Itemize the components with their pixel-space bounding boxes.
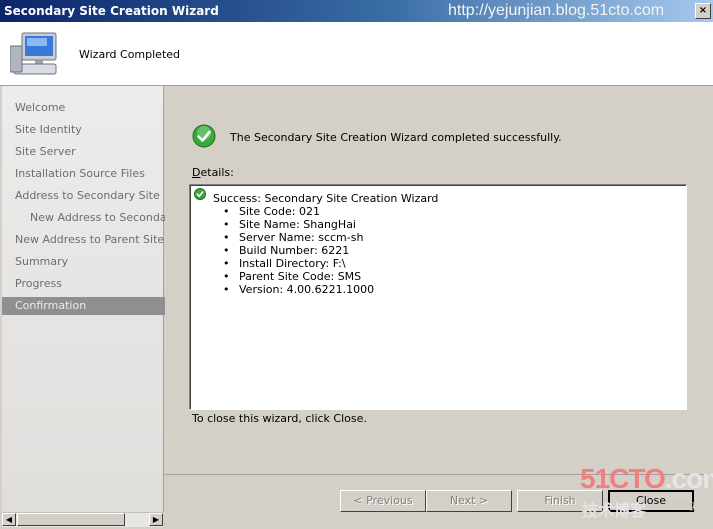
step-confirmation[interactable]: Confirmation <box>2 297 176 315</box>
success-small-check-icon <box>194 188 206 200</box>
details-list: Site Code: 021 Site Name: ShangHai Serve… <box>223 205 374 296</box>
success-check-icon <box>192 124 216 148</box>
close-hint: To close this wizard, click Close. <box>192 412 367 425</box>
details-textbox[interactable]: Success: Secondary Site Creation Wizard … <box>189 184 687 410</box>
step-address-to-secondary-site[interactable]: Address to Secondary Site <box>2 187 176 205</box>
detail-site-code: Site Code: 021 <box>223 205 374 218</box>
watermark-logo: 51CTO.com 技术博客 Blog <box>580 463 713 521</box>
logo-main-text: 51CTO <box>580 463 666 494</box>
watermark-url: http://yejunjian.blog.51cto.com <box>448 2 665 19</box>
step-new-address-to-parent-site[interactable]: New Address to Parent Site <box>2 231 176 249</box>
computer-icon <box>10 32 57 75</box>
detail-parent-site-code: Parent Site Code: SMS <box>223 270 374 283</box>
step-installation-source-files[interactable]: Installation Source Files <box>2 165 176 183</box>
step-new-address-to-secondary[interactable]: New Address to Secondary <box>2 209 191 227</box>
wizard-page-heading: Wizard Completed <box>79 48 181 61</box>
logo-main: 51CTO.com <box>580 463 713 495</box>
window-title: Secondary Site Creation Wizard <box>4 4 219 18</box>
detail-server-name: Server Name: sccm-sh <box>223 231 374 244</box>
details-label-text: etails: <box>200 166 234 179</box>
detail-build-number: Build Number: 6221 <box>223 244 374 257</box>
step-progress[interactable]: Progress <box>2 275 176 293</box>
step-site-server[interactable]: Site Server <box>2 143 176 161</box>
success-message: The Secondary Site Creation Wizard compl… <box>230 131 562 144</box>
detail-install-directory: Install Directory: F:\ <box>223 257 374 270</box>
wizard-header: Wizard Completed <box>0 22 713 86</box>
previous-button[interactable]: < Previous <box>340 490 426 512</box>
scroll-left-arrow[interactable]: ◀ <box>2 513 16 526</box>
detail-site-name: Site Name: ShangHai <box>223 218 374 231</box>
window-close-button[interactable]: × <box>695 3 711 19</box>
step-summary[interactable]: Summary <box>2 253 176 271</box>
wizard-steps-sidebar: Welcome Site Identity Site Server Instal… <box>2 86 178 512</box>
wizard-content: The Secondary Site Creation Wizard compl… <box>165 86 713 474</box>
details-header: Success: Secondary Site Creation Wizard <box>213 192 439 205</box>
step-site-identity[interactable]: Site Identity <box>2 121 176 139</box>
title-bar: Secondary Site Creation Wizard http://ye… <box>0 0 713 22</box>
details-label: Details: <box>192 166 234 179</box>
detail-version: Version: 4.00.6221.1000 <box>223 283 374 296</box>
logo-blog: Blog <box>673 499 696 511</box>
next-button[interactable]: Next > <box>426 490 512 512</box>
sidebar-horizontal-scrollbar[interactable]: ◀ ▶ <box>2 512 163 527</box>
step-welcome[interactable]: Welcome <box>2 99 176 117</box>
logo-dotcom: .com <box>664 463 713 494</box>
scroll-right-arrow[interactable]: ▶ <box>149 513 163 526</box>
logo-sub: 技术博客 <box>582 503 647 520</box>
scroll-thumb[interactable] <box>17 513 125 526</box>
